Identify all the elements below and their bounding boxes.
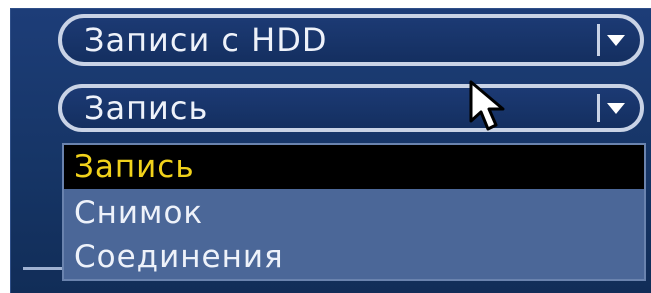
source-select[interactable]: Записи с HDD — [58, 14, 644, 66]
source-select-value: Записи с HDD — [84, 21, 328, 59]
record-type-select-toggle[interactable] — [597, 94, 632, 122]
dropdown-option-connections[interactable]: Соединения — [64, 235, 644, 279]
dropdown-option-snapshot[interactable]: Снимок — [64, 191, 644, 235]
dropdown-option-record[interactable]: Запись — [64, 145, 644, 189]
record-type-dropdown: Запись Снимок Соединения — [62, 143, 646, 281]
record-type-select[interactable]: Запись — [58, 84, 644, 132]
chevron-down-icon — [607, 102, 625, 114]
chevron-down-icon — [607, 34, 625, 46]
source-select-toggle[interactable] — [597, 24, 632, 56]
record-type-select-value: Запись — [84, 89, 209, 127]
mouse-pointer-icon — [469, 80, 505, 131]
